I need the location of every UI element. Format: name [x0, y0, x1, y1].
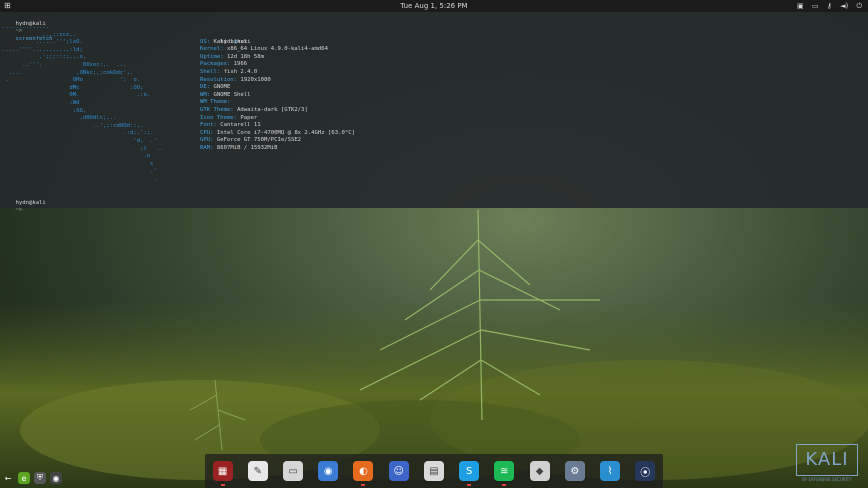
info-row: Uptime: 12d 18h 58m [200, 54, 355, 62]
info-value: fish 2.4.0 [223, 68, 258, 75]
dock-app-calendar[interactable]: ▤ [423, 461, 444, 481]
dock-app-spotify[interactable]: ≋ [494, 461, 515, 486]
dock-app-store[interactable]: ◆ [529, 461, 550, 481]
document-icon: ✎ [253, 465, 263, 477]
info-key: Resolution: [200, 76, 238, 83]
prompt-arrow: ~> [15, 207, 23, 214]
power-icon[interactable]: ⏻ [856, 2, 862, 10]
kali-watermark-subtext: BY OFFENSIVE SECURITY [802, 477, 852, 482]
gear-icon: ⚙ [570, 465, 580, 477]
skype-icon: S [465, 465, 473, 477]
bottom-left-tray: ← e ⛨ ◉ [2, 472, 62, 484]
key-icon[interactable]: ⚷ [827, 2, 832, 10]
info-value: 12d 18h 58m [226, 53, 264, 60]
app-icon: ▦ [217, 465, 228, 477]
spotify-icon: ≋ [500, 465, 509, 477]
info-row: Font: Cantarell 11 [200, 122, 355, 130]
dock-app-firefox[interactable]: ◐ [353, 461, 374, 486]
info-row: OS: Kali Linux [200, 39, 355, 47]
info-row: Resolution: 1920x1080 [200, 77, 355, 85]
shield-icon[interactable]: ⛨ [34, 472, 46, 484]
screen-icon[interactable]: ▭ [812, 2, 819, 10]
kali-watermark: KALI [796, 444, 858, 476]
dock: ▦ ✎ ▭ ◉ ◐ ☺ ▤ S ≋ ◆ ⚙ ⌇ ⦿ [205, 454, 663, 488]
info-key: DE: [200, 84, 211, 91]
info-row: DE: GNOME [200, 84, 355, 92]
info-value: 1966 [233, 61, 248, 68]
info-key: CPU: [200, 129, 214, 136]
system-tray[interactable]: ▣ ▭ ⚷ ◄) ⏻ [791, 0, 862, 12]
store-icon: ◆ [535, 465, 544, 477]
steam-icon: ⦿ [640, 467, 651, 479]
info-key: Uptime: [200, 53, 224, 60]
info-row: RAM: 8607MiB / 15932MiB [200, 145, 355, 153]
dock-app-document[interactable]: ✎ [247, 461, 268, 481]
monitor-icon: ⌇ [607, 465, 613, 477]
terminal-window[interactable]: hydn@kali ~> screenfetch .............. … [0, 12, 868, 213]
info-header: hydn@kali [200, 31, 355, 45]
calendar-icon: ▤ [429, 465, 439, 477]
info-row: GTK Theme: Adwaita-dark [GTK2/3] [200, 107, 355, 115]
info-key: Font: [200, 122, 217, 129]
info-value: Cantarell 11 [220, 122, 261, 129]
info-key: RAM: [200, 144, 214, 151]
dock-app-red[interactable]: ▦ [212, 461, 233, 486]
dock-app-settings[interactable]: ⚙ [564, 461, 585, 481]
info-value: x86_64 Linux 4.9.0-kali4-amd64 [226, 46, 328, 53]
dock-app-chrome[interactable]: ◉ [318, 461, 339, 481]
prompt-user: hydn@kali [15, 199, 46, 206]
info-value: 1920x1080 [240, 76, 271, 83]
info-row: Shell: fish 2.4.0 [200, 69, 355, 77]
info-key: OS: [200, 38, 211, 45]
top-bar: ⊞ Tue Aug 1, 5:26 PM ▣ ▭ ⚷ ◄) ⏻ [0, 0, 868, 12]
info-value: GNOME [213, 84, 231, 91]
steam-tray-icon[interactable]: ◉ [50, 472, 62, 484]
info-row: Icon Theme: Paper [200, 115, 355, 123]
info-key: Icon Theme: [200, 114, 238, 121]
info-value: Intel Core i7-4700MQ @ 8x 2.4GHz [63.0°C… [216, 129, 355, 136]
window-icon[interactable]: ▣ [797, 2, 804, 10]
folder-icon: ▭ [288, 465, 298, 477]
info-key: WM: [200, 91, 211, 98]
dock-app-contacts[interactable]: ☺ [388, 461, 409, 481]
info-key: GTK Theme: [200, 106, 234, 113]
info-row: CPU: Intel Core i7-4700MQ @ 8x 2.4GHz [6… [200, 130, 355, 138]
info-key: Packages: [200, 61, 231, 68]
info-key: Kernel: [200, 46, 224, 53]
info-row: GPU: GeForce GT 750M/PCIe/SSE2 [200, 137, 355, 145]
info-row: Packages: 1966 [200, 61, 355, 69]
dock-app-skype[interactable]: S [459, 461, 480, 486]
dock-app-files[interactable]: ▭ [283, 461, 304, 481]
info-value: Adwaita-dark [GTK2/3] [237, 106, 308, 113]
clock[interactable]: Tue Aug 1, 5:26 PM [0, 0, 868, 12]
terminal-prompt-current[interactable]: hydn@kali ~> [2, 192, 46, 222]
volume-icon[interactable]: ◄) [840, 2, 848, 10]
chrome-icon: ◉ [323, 465, 333, 477]
info-value: GNOME Shell [213, 91, 251, 98]
dock-app-monitor[interactable]: ⌇ [600, 461, 621, 481]
firefox-icon: ◐ [359, 465, 368, 477]
arrow-left-icon[interactable]: ← [2, 472, 14, 484]
info-value: 8607MiB / 15932MiB [216, 144, 278, 151]
system-info: hydn@kali OS: Kali Linux Kernel: x86_64 L… [200, 31, 355, 153]
info-row: WM: GNOME Shell [200, 92, 355, 100]
info-key: GPU: [200, 137, 214, 144]
info-key: Shell: [200, 68, 221, 75]
info-row: Kernel: x86_64 Linux 4.9.0-kali4-amd64 [200, 46, 355, 54]
contacts-icon: ☺ [393, 465, 404, 477]
info-value: Paper [240, 114, 258, 121]
info-value: Kali Linux [213, 38, 248, 45]
info-row: WM Theme: [200, 99, 355, 107]
info-key: WM Theme: [200, 99, 231, 106]
info-value: GeForce GT 750M/PCIe/SSE2 [216, 137, 302, 144]
dock-app-steam[interactable]: ⦿ [635, 461, 656, 481]
evernote-icon[interactable]: e [18, 472, 30, 484]
kali-ascii-logo: .............. ..,;:ccc,. ......''';lxO.… [2, 24, 164, 182]
